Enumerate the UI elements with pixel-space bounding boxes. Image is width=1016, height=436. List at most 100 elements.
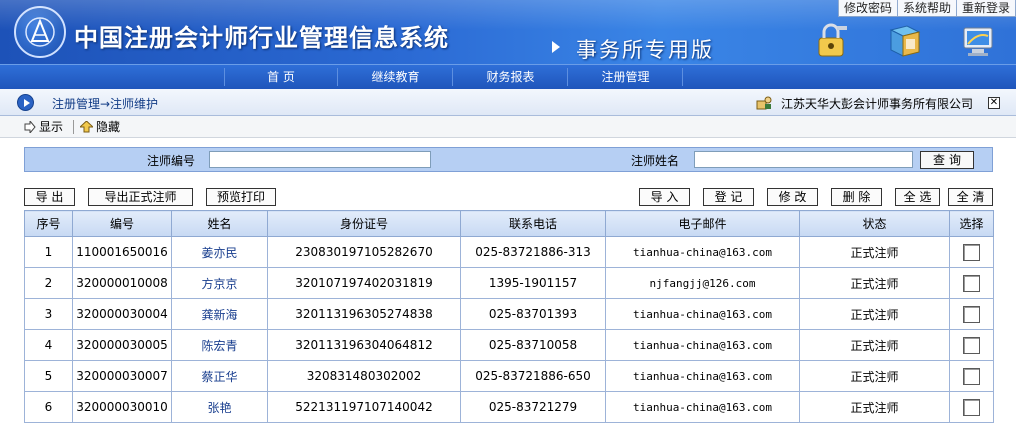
relogin-monitor-icon[interactable] — [942, 18, 1016, 64]
cell-phone: 1395-1901157 — [460, 267, 606, 299]
cell-email: tianhua-china@163.com — [605, 391, 800, 423]
table-row: 6 320000030010 张艳 522131197107140042 025… — [24, 391, 994, 423]
cell-name-link[interactable]: 龚新海 — [171, 298, 268, 330]
col-select: 选择 — [949, 210, 994, 237]
cell-name-link[interactable]: 姜亦民 — [171, 236, 268, 268]
cell-id-number: 320107197402031819 — [267, 267, 461, 299]
col-phone: 联系电话 — [460, 210, 606, 237]
cell-phone: 025-83721886-313 — [460, 236, 606, 268]
change-password-link[interactable]: 修改密码 — [837, 0, 898, 17]
col-name: 姓名 — [171, 210, 268, 237]
cpa-table: 序号 编号 姓名 身份证号 联系电话 电子邮件 状态 选择 1 11000165… — [24, 210, 994, 423]
cell-name-link[interactable]: 方京京 — [171, 267, 268, 299]
col-status: 状态 — [799, 210, 950, 237]
view-toolbar: 显示 隐藏 — [0, 116, 1016, 138]
cell-select — [949, 391, 994, 423]
relogin-link[interactable]: 重新登录 — [955, 0, 1016, 17]
table-row: 1 110001650016 姜亦民 230830197105282670 02… — [24, 236, 994, 268]
register-button[interactable]: 登 记 — [703, 188, 754, 206]
cpa-number-label: 注师编号 — [147, 154, 196, 168]
arrow-up-icon — [80, 121, 93, 133]
cell-name-link[interactable]: 蔡正华 — [171, 360, 268, 392]
table-row: 2 320000010008 方京京 320107197402031819 13… — [24, 267, 994, 299]
nav-registration-management[interactable]: 注册管理 — [569, 68, 683, 86]
cell-number: 320000030005 — [72, 329, 172, 361]
cell-status: 正式注师 — [799, 391, 950, 423]
cell-phone: 025-83721279 — [460, 391, 606, 423]
cell-phone: 025-83701393 — [460, 298, 606, 330]
nav-continuing-education[interactable]: 继续教育 — [339, 68, 453, 86]
header-icons — [794, 18, 1016, 64]
col-number: 编号 — [72, 210, 172, 237]
cell-select — [949, 329, 994, 361]
cell-phone: 025-83721886-650 — [460, 360, 606, 392]
cell-seq: 5 — [24, 360, 73, 392]
lock-key-icon[interactable] — [794, 18, 868, 64]
cpa-name-label: 注师姓名 — [631, 154, 680, 168]
cell-status: 正式注师 — [799, 329, 950, 361]
cell-phone: 025-83710058 — [460, 329, 606, 361]
row-checkbox[interactable] — [963, 398, 980, 416]
col-seq: 序号 — [24, 210, 73, 237]
table-row: 3 320000030004 龚新海 320113196305274838 02… — [24, 298, 994, 330]
row-checkbox[interactable] — [963, 274, 980, 292]
hide-button[interactable]: 隐藏 — [80, 119, 120, 135]
cell-seq: 2 — [24, 267, 73, 299]
main-nav: 首 页 继续教育 财务报表 注册管理 — [0, 64, 1016, 89]
cell-seq: 6 — [24, 391, 73, 423]
cell-seq: 4 — [24, 329, 73, 361]
delete-button[interactable]: 删 除 — [831, 188, 882, 206]
nav-home[interactable]: 首 页 — [224, 68, 338, 86]
cell-id-number: 522131197107140042 — [267, 391, 461, 423]
cell-name-link[interactable]: 张艳 — [171, 391, 268, 423]
cell-email: tianhua-china@163.com — [605, 298, 800, 330]
system-title: 中国注册会计师行业管理信息系统 — [74, 24, 449, 52]
cell-name-link[interactable]: 陈宏青 — [171, 329, 268, 361]
clear-all-button[interactable]: 全 清 — [948, 188, 993, 206]
row-checkbox[interactable] — [963, 367, 980, 385]
help-book-icon[interactable] — [868, 18, 942, 64]
cpa-number-input[interactable] — [209, 151, 431, 168]
row-checkbox[interactable] — [963, 305, 980, 323]
cicpa-logo-icon — [14, 6, 66, 58]
query-button[interactable]: 查询 — [920, 151, 974, 169]
cpa-name-input[interactable] — [694, 151, 913, 168]
cell-number: 110001650016 — [72, 236, 172, 268]
search-form: 注师编号 注师姓名 查询 — [24, 147, 993, 172]
breadcrumb-bar: 注册管理→注师维护 江苏天华大彭会计师事务所有限公司 ✕ — [0, 89, 1016, 116]
cell-number: 320000030007 — [72, 360, 172, 392]
row-checkbox[interactable] — [963, 336, 980, 354]
system-help-link[interactable]: 系统帮助 — [896, 0, 957, 17]
firm-name: 江苏天华大彭会计师事务所有限公司 — [781, 97, 974, 111]
hide-label: 隐藏 — [96, 120, 121, 134]
cell-status: 正式注师 — [799, 236, 950, 268]
cell-status: 正式注师 — [799, 360, 950, 392]
table-row: 5 320000030007 蔡正华 320831480302002 025-8… — [24, 360, 994, 392]
toolbar-divider — [73, 120, 74, 134]
header-banner: 中国注册会计师行业管理信息系统 事务所专用版 修改密码 系统帮助 重新登录 — [0, 0, 1016, 64]
cell-id-number: 320113196305274838 — [267, 298, 461, 330]
cell-email: njfangjj@126.com — [605, 267, 800, 299]
preview-print-button[interactable]: 预览打印 — [206, 188, 276, 206]
export-button[interactable]: 导 出 — [24, 188, 75, 206]
cell-status: 正式注师 — [799, 298, 950, 330]
cell-email: tianhua-china@163.com — [605, 360, 800, 392]
show-button[interactable]: 显示 — [24, 119, 63, 135]
close-icon[interactable]: ✕ — [988, 97, 1000, 109]
nav-financial-reports[interactable]: 财务报表 — [454, 68, 568, 86]
cell-seq: 3 — [24, 298, 73, 330]
table-header-row: 序号 编号 姓名 身份证号 联系电话 电子邮件 状态 选择 — [24, 210, 994, 237]
cell-id-number: 230830197105282670 — [267, 236, 461, 268]
firm-user-icon — [756, 96, 772, 110]
arrow-right-icon — [24, 121, 36, 133]
modify-button[interactable]: 修 改 — [767, 188, 818, 206]
cell-select — [949, 267, 994, 299]
arrow-circle-icon — [17, 94, 34, 111]
row-checkbox[interactable] — [963, 243, 980, 261]
cell-number: 320000030010 — [72, 391, 172, 423]
breadcrumb: 注册管理→注师维护 — [52, 97, 159, 111]
export-formal-cpa-button[interactable]: 导出正式注师 — [88, 188, 193, 206]
cell-number: 320000030004 — [72, 298, 172, 330]
import-button[interactable]: 导 入 — [639, 188, 690, 206]
select-all-button[interactable]: 全 选 — [895, 188, 940, 206]
